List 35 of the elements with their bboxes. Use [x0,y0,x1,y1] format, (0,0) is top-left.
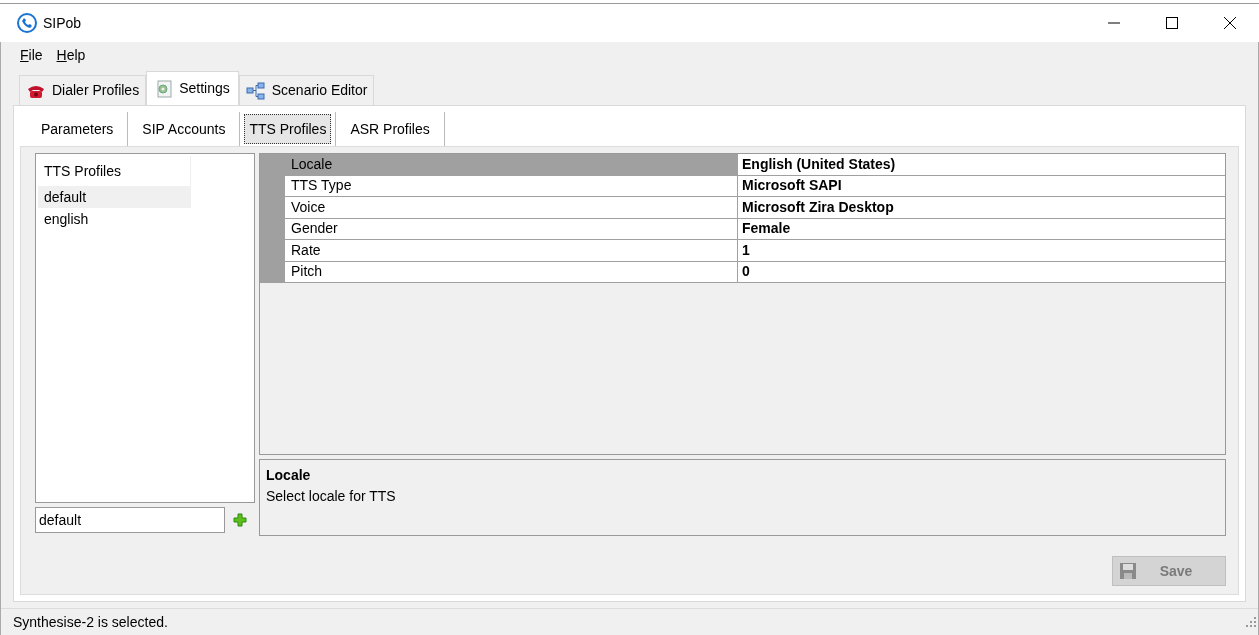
profile-name-field[interactable]: default [35,507,225,533]
tab[interactable]: SIP Accounts [132,114,236,144]
tab[interactable]: ASR Profiles [340,114,440,144]
gear-document-icon [155,79,174,98]
tab[interactable]: Parameters [31,114,124,144]
menu-item[interactable]: Help [49,45,93,66]
property-value[interactable]: Microsoft SAPI [738,175,1225,197]
tab[interactable]: TTS Profiles [244,114,332,144]
window-title: SIPob [43,13,82,33]
property-name[interactable]: Pitch [285,261,738,283]
minimize-icon [1108,22,1120,24]
property-name[interactable]: TTS Type [285,175,738,197]
tab[interactable]: Scenario Editor [238,75,375,105]
tab[interactable]: Settings [146,71,239,105]
description-text: Select locale for TTS [266,487,397,506]
property-value[interactable]: Female [738,218,1225,240]
property-name[interactable]: Rate [285,240,738,262]
property-value[interactable]: English (United States) [738,154,1225,176]
description-title: Locale [266,466,312,485]
property-value[interactable]: 0 [738,261,1225,283]
property-value[interactable]: Microsoft Zira Desktop [738,197,1225,219]
tab[interactable]: Dialer Profiles [19,75,147,105]
plus-icon[interactable] [233,513,247,527]
diagram-icon [245,81,266,100]
phone-logo-icon [17,13,37,33]
close-icon [1224,17,1236,29]
list-item[interactable]: default [38,186,191,208]
status-text: Synthesise-2 is selected. [13,612,168,632]
property-name[interactable]: Gender [285,218,738,240]
property-name[interactable]: Voice [285,197,738,219]
menu-item[interactable]: File [13,45,50,66]
property-value[interactable]: 1 [738,240,1225,262]
resize-grip-icon [1246,617,1256,627]
maximize-icon [1166,17,1178,29]
list-item[interactable]: english [38,208,191,230]
